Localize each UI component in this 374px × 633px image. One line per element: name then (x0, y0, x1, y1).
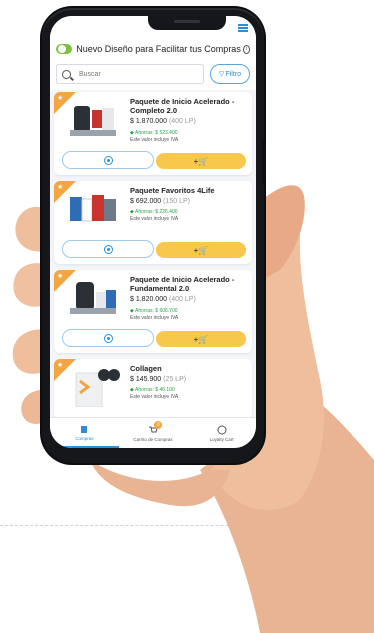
info-icon[interactable]: i (242, 44, 250, 54)
add-to-cart-button[interactable]: +🛒 (156, 331, 246, 347)
star-icon: ★ (57, 184, 64, 191)
new-design-toggle[interactable] (56, 44, 73, 54)
product-image (70, 106, 116, 136)
nav-carrito[interactable]: 0 Carrito de Compras (119, 418, 188, 448)
info-circle-icon (103, 155, 113, 165)
product-name: Paquete de Inicio Acelerado - Fundamenta… (130, 275, 235, 293)
product-name: Collagen (130, 364, 162, 373)
product-info-button[interactable] (62, 240, 154, 258)
product-savings: ◆ Ahorras: $ 523.400 (130, 130, 178, 136)
nav-loyalty[interactable]: Loyalty Cart (187, 418, 256, 448)
add-cart-icon: +🛒 (193, 156, 209, 166)
phone-speaker (174, 20, 200, 23)
search-input[interactable] (77, 69, 161, 79)
tag-icon: ◆ (130, 130, 134, 136)
product-image (70, 195, 116, 222)
add-to-cart-button[interactable]: +🛒 (156, 153, 246, 169)
product-info-button[interactable] (62, 151, 154, 169)
product-card[interactable]: ★ Paquete Favoritos 4Life $ 692.000 (150… (54, 181, 252, 264)
product-savings: ◆ Ahorras: $ 46.100 (130, 387, 175, 393)
add-to-cart-button[interactable]: +🛒 (156, 242, 246, 258)
menu-icon[interactable] (238, 24, 248, 32)
star-icon: ★ (57, 273, 64, 280)
product-image (70, 282, 116, 314)
tag-icon: ◆ (130, 308, 134, 314)
phone-side-button (262, 140, 266, 184)
phone-screen: Nuevo Diseño para Facilitar tus Compras … (50, 16, 256, 448)
star-icon: ★ (57, 95, 64, 102)
nav-compras[interactable]: Compras (50, 418, 119, 448)
product-savings: ◆ Ahorras: $ 226.400 (130, 209, 178, 215)
product-card[interactable]: ★ Collagen $ 145.900 (25 LP) ◆ Ahorras: … (54, 359, 252, 419)
product-image (75, 369, 120, 407)
nav-label: Compras (75, 435, 94, 441)
product-price: $ 145.900 (25 LP) (130, 376, 187, 383)
product-price: $ 1.820.000 (400 LP) (130, 296, 196, 303)
product-price: $ 1.870.000 (400 LP) (130, 118, 196, 125)
product-card[interactable]: ★ Paquete de Inicio Acelerado - Completo… (54, 92, 252, 175)
product-iva: Este valor incluye IVA (130, 315, 179, 321)
filter-button[interactable]: ▽ Filtro (210, 64, 250, 84)
product-name: Paquete de Inicio Acelerado - Completo 2… (130, 97, 235, 115)
product-iva: Este valor incluye IVA (130, 394, 179, 400)
info-circle-icon (103, 333, 113, 343)
tag-icon: ◆ (130, 209, 134, 215)
info-circle-icon (103, 244, 113, 254)
bottom-navigation: Compras 0 Carrito de Compras Loyalty Car… (50, 417, 256, 448)
star-icon: ★ (57, 362, 64, 369)
filter-icon: ▽ (219, 71, 225, 78)
nav-label: Carrito de Compras (133, 436, 173, 442)
product-card[interactable]: ★ Paquete de Inicio Acelerado - Fundamen… (54, 270, 252, 353)
product-name: Paquete Favoritos 4Life (130, 186, 215, 195)
filter-label: Filtro (225, 70, 241, 78)
tag-icon: ◆ (130, 387, 134, 393)
product-iva: Este valor incluye IVA (130, 216, 179, 222)
product-price: $ 692.000 (150 LP) (130, 198, 190, 205)
search-box[interactable] (56, 64, 205, 84)
nav-label: Loyalty Cart (209, 436, 234, 442)
add-cart-icon: +🛒 (193, 245, 209, 255)
phone-notch (148, 16, 226, 30)
search-icon (62, 69, 71, 79)
product-iva: Este valor incluye IVA (130, 137, 179, 143)
header-title: Nuevo Diseño para Facilitar tus Compras (76, 44, 241, 54)
bag-icon (81, 425, 88, 433)
search-row: ▽ Filtro (50, 58, 256, 90)
product-list: ★ Paquete de Inicio Acelerado - Completo… (50, 90, 256, 427)
product-savings: ◆ Ahorras: $ 606.700 (130, 308, 178, 314)
app-header: Nuevo Diseño para Facilitar tus Compras … (50, 40, 256, 58)
add-cart-icon: +🛒 (193, 334, 209, 344)
loyalty-icon (217, 425, 227, 434)
product-info-button[interactable] (62, 329, 154, 347)
cart-badge: 0 (154, 421, 163, 429)
